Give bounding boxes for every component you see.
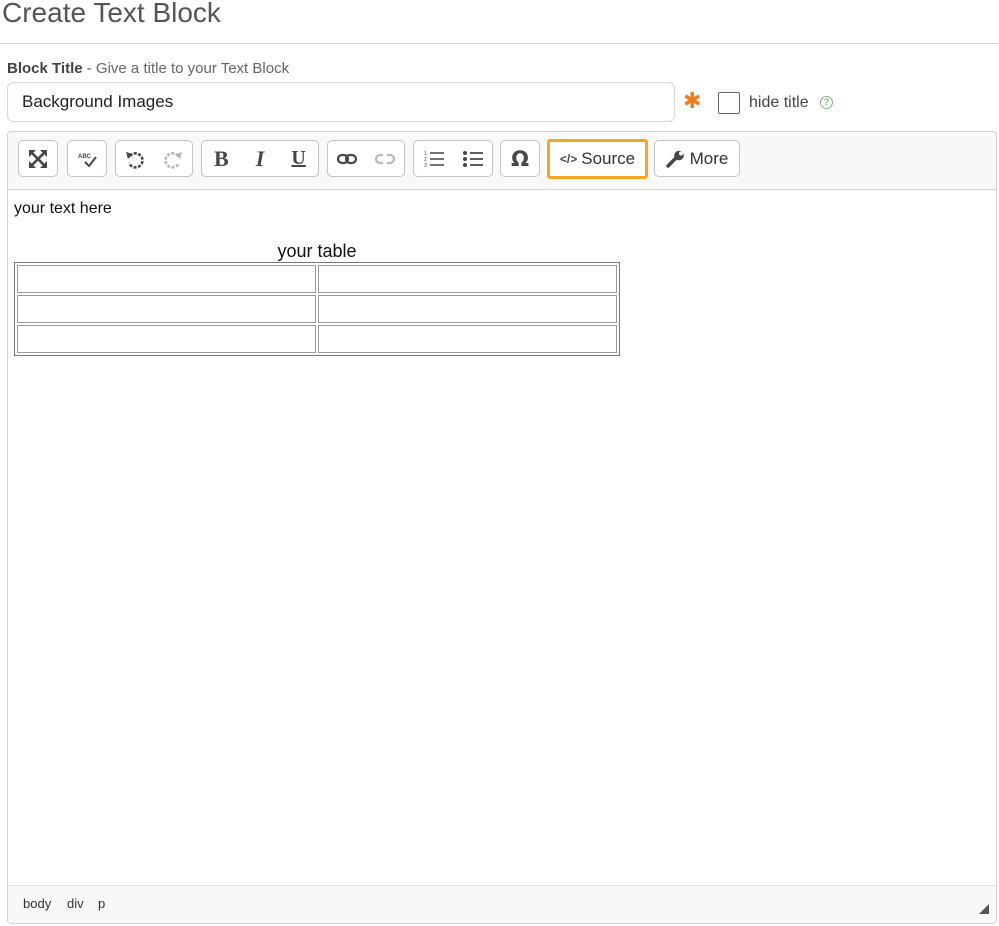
redo-button[interactable] bbox=[154, 141, 192, 176]
table-cell[interactable] bbox=[17, 265, 316, 293]
content-paragraph[interactable]: your text here bbox=[14, 199, 112, 219]
svg-text:3: 3 bbox=[424, 163, 427, 169]
editor-toolbar: ABC B I U 1 2 3 Ω </> Source More bbox=[8, 132, 996, 190]
toolbar-group-lists: 123 bbox=[413, 140, 493, 177]
table-cell[interactable] bbox=[318, 295, 617, 323]
special-character-button[interactable]: Ω bbox=[501, 141, 539, 176]
resize-handle-icon[interactable] bbox=[979, 904, 989, 914]
path-crumb-p[interactable]: p bbox=[98, 896, 105, 912]
toolbar-group-format: B I U bbox=[201, 140, 319, 177]
undo-icon bbox=[126, 151, 144, 169]
wrench-icon bbox=[665, 150, 684, 168]
undo-button[interactable] bbox=[116, 141, 154, 176]
maximize-icon bbox=[29, 149, 47, 168]
title-divider bbox=[0, 43, 999, 44]
code-icon: </> bbox=[559, 152, 578, 166]
italic-icon: I bbox=[255, 145, 265, 171]
bold-button[interactable]: B bbox=[202, 141, 240, 176]
unlink-icon bbox=[374, 153, 396, 164]
omega-icon: Ω bbox=[511, 146, 529, 171]
table-caption[interactable]: your table bbox=[14, 240, 620, 262]
toolbar-group-links bbox=[327, 140, 405, 177]
path-crumb-body[interactable]: body bbox=[23, 896, 51, 912]
underline-icon: U bbox=[291, 147, 306, 169]
bold-icon: B bbox=[213, 145, 229, 171]
spellcheck-icon: ABC bbox=[78, 154, 97, 168]
path-crumb-div[interactable]: div bbox=[67, 896, 84, 912]
required-icon: ✱ bbox=[683, 88, 702, 113]
table-row bbox=[17, 265, 617, 293]
maximize-button[interactable] bbox=[19, 141, 57, 176]
hide-title-checkbox[interactable] bbox=[718, 92, 740, 114]
table-row bbox=[17, 325, 617, 353]
source-button-label: Source bbox=[581, 149, 636, 168]
table-cell[interactable] bbox=[17, 325, 316, 353]
editor-statusbar: body div p bbox=[8, 885, 996, 923]
block-title-input[interactable] bbox=[7, 82, 675, 122]
toolbar-group-history bbox=[115, 140, 193, 177]
block-title-label-bold: Block Title bbox=[7, 60, 83, 77]
bulleted-list-icon bbox=[462, 150, 483, 167]
table-cell[interactable] bbox=[318, 325, 617, 353]
editor-content[interactable]: your text here your table bbox=[8, 190, 996, 886]
link-icon bbox=[336, 153, 358, 164]
toolbar-group-insert: Ω bbox=[500, 140, 540, 177]
table-cell[interactable] bbox=[17, 295, 316, 323]
table-cell[interactable] bbox=[318, 265, 617, 293]
more-button-label: More bbox=[689, 148, 729, 168]
italic-button[interactable]: I bbox=[241, 141, 279, 176]
toolbar-group-view bbox=[18, 140, 58, 177]
bulleted-list-button[interactable] bbox=[454, 141, 492, 176]
numbered-list-button[interactable]: 123 bbox=[415, 141, 453, 176]
content-table[interactable] bbox=[14, 262, 620, 356]
underline-button[interactable]: U bbox=[280, 141, 318, 176]
unlink-button[interactable] bbox=[366, 141, 404, 176]
help-icon[interactable]: ? bbox=[820, 96, 833, 109]
more-button[interactable]: More bbox=[654, 140, 740, 177]
block-title-label: Block Title - Give a title to your Text … bbox=[7, 60, 289, 78]
page-title: Create Text Block bbox=[2, 0, 221, 28]
link-button[interactable] bbox=[328, 141, 366, 176]
rich-text-editor: ABC B I U 1 2 3 Ω </> Source More your t… bbox=[7, 131, 997, 924]
source-button[interactable]: </> Source bbox=[547, 139, 648, 179]
hide-title-label[interactable]: hide title bbox=[749, 93, 809, 113]
spellcheck-button[interactable]: ABC bbox=[68, 141, 106, 176]
numbered-list-icon: 123 bbox=[424, 151, 444, 169]
block-title-label-hint: - Give a title to your Text Block bbox=[82, 60, 290, 77]
table-row bbox=[17, 295, 617, 323]
redo-icon bbox=[164, 151, 182, 169]
svg-text:ABC: ABC bbox=[78, 154, 92, 160]
toolbar-group-spell: ABC bbox=[67, 140, 107, 177]
